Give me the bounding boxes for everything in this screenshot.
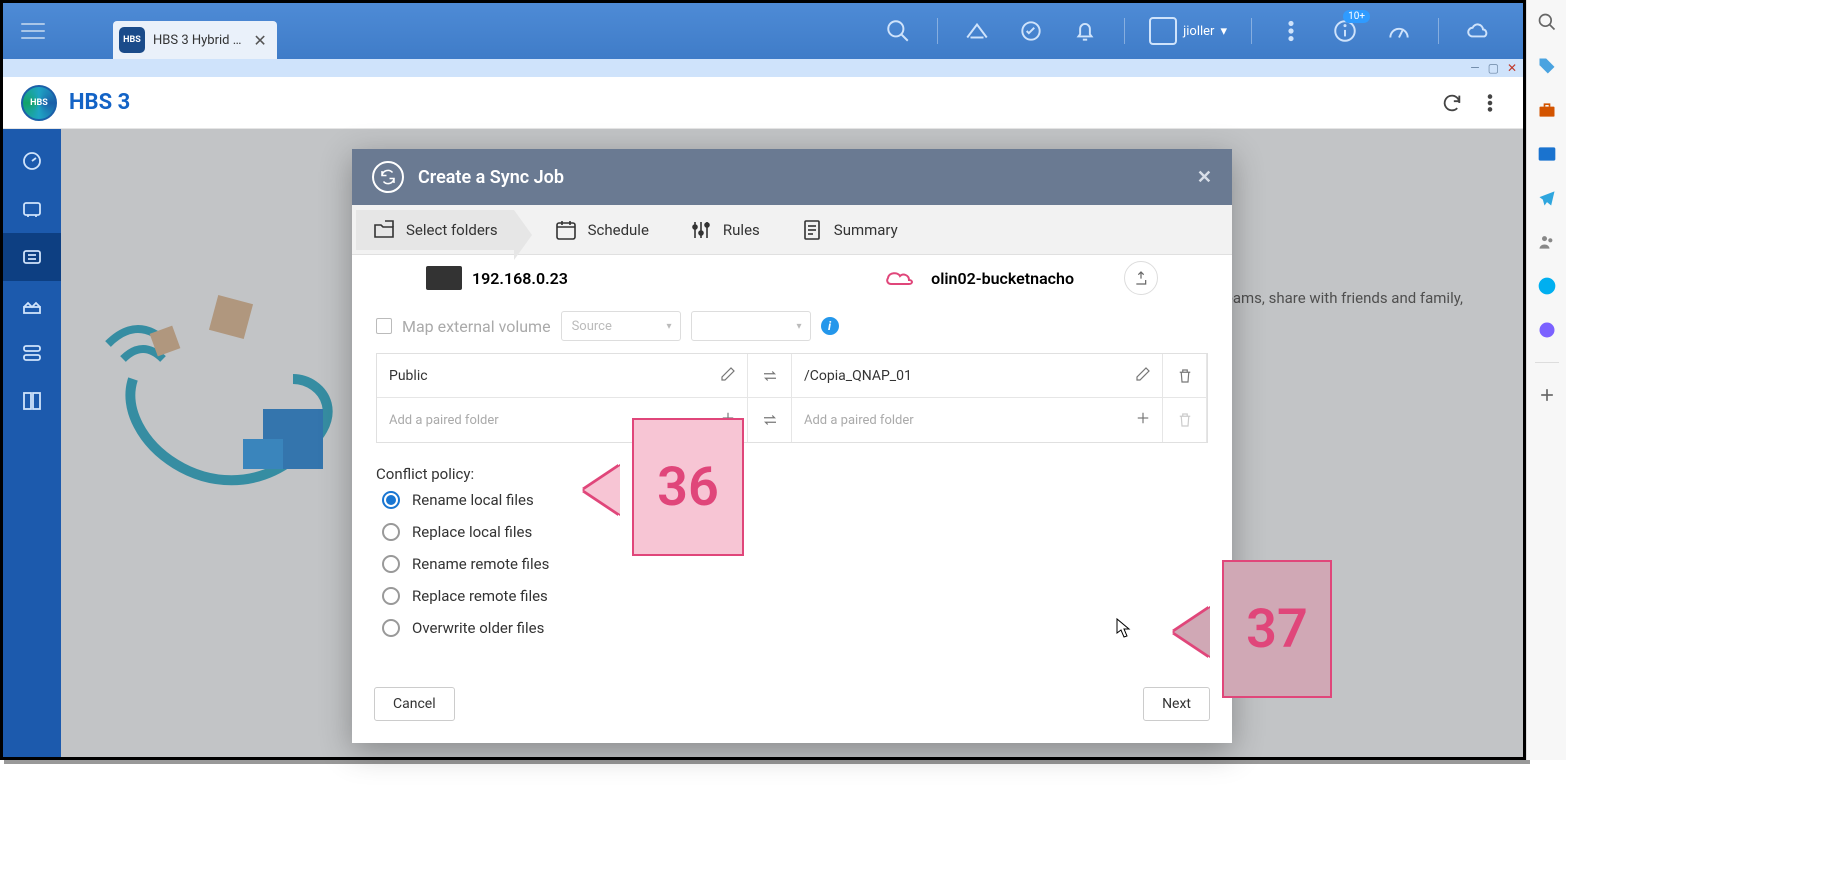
modal-overlay: Create a Sync Job ✕ Select folders Sched… [61, 129, 1523, 757]
local-folder-cell[interactable]: Public [377, 354, 748, 397]
add-app-icon[interactable] [1535, 383, 1559, 407]
plus-icon[interactable] [719, 409, 737, 431]
skype-icon[interactable] [1535, 274, 1559, 298]
tab-close-button[interactable]: ✕ [253, 31, 266, 50]
avatar-icon [1149, 17, 1177, 45]
conflict-policy-group: Rename local files Replace local files R… [382, 491, 1208, 637]
sync-direction-icon [748, 354, 792, 397]
sync-job-icon [372, 161, 404, 193]
notifications-icon[interactable] [1070, 16, 1100, 46]
dest-volume-select[interactable] [691, 311, 811, 341]
hbs-more-button[interactable] [1475, 88, 1505, 118]
paired-folders-table: Public /Copia_QNAP_01 [376, 353, 1208, 443]
remote-host-label: olin02-bucketnacho [931, 269, 1074, 288]
briefcase-icon[interactable] [1535, 98, 1559, 122]
refresh-button[interactable] [1437, 88, 1467, 118]
next-button[interactable]: Next [1143, 687, 1210, 721]
map-external-checkbox[interactable] [376, 318, 392, 334]
host-row: 192.168.0.23 olin02-bucketnacho [376, 255, 1208, 307]
cancel-button[interactable]: Cancel [374, 687, 455, 721]
local-host-label: 192.168.0.23 [472, 269, 568, 288]
sidebar-restore[interactable] [3, 281, 61, 329]
main-menu-button[interactable] [13, 11, 53, 51]
info-icon[interactable]: 10+ [1330, 16, 1360, 46]
step-schedule[interactable]: Schedule [554, 218, 649, 242]
delete-pair-button[interactable] [1163, 354, 1207, 397]
radio-overwrite-older[interactable]: Overwrite older files [382, 619, 1208, 637]
qts-topbar: HBS HBS 3 Hybrid … ✕ jioller ▾ 10+ [3, 3, 1523, 59]
map-external-volume-row: Map external volume Source i [376, 307, 1208, 353]
right-toolbar [1526, 0, 1566, 760]
hbs-app-icon: HBS [119, 27, 145, 53]
tab-title: HBS 3 Hybrid … [153, 33, 241, 48]
remote-cloud-icon [885, 266, 921, 290]
delete-pair-button-disabled [1163, 398, 1207, 442]
app-tab-hbs3[interactable]: HBS HBS 3 Hybrid … ✕ [113, 21, 277, 59]
copilot-icon[interactable] [1535, 318, 1559, 342]
source-volume-select[interactable]: Source [561, 311, 681, 341]
people-icon[interactable] [1535, 230, 1559, 254]
sidebar-overview[interactable] [3, 137, 61, 185]
tag-icon[interactable] [1535, 54, 1559, 78]
modal-footer: Cancel Next [352, 673, 1232, 743]
sidebar-services[interactable] [3, 329, 61, 377]
wizard-steps: Select folders Schedule Rules Summary [352, 205, 1232, 255]
hbs-header: HBS HBS 3 [3, 77, 1523, 129]
step-select-folders[interactable]: Select folders [356, 210, 514, 250]
sidebar-sync[interactable] [3, 233, 61, 281]
volume-icon[interactable] [962, 16, 992, 46]
search-icon[interactable] [1535, 10, 1559, 34]
conflict-policy-label: Conflict policy: [376, 465, 1208, 483]
modal-close-button[interactable]: ✕ [1197, 167, 1212, 188]
telegram-icon[interactable] [1535, 186, 1559, 210]
window-maximize-button[interactable]: ▢ [1488, 61, 1499, 75]
radio-replace-local[interactable]: Replace local files [382, 523, 1208, 541]
step-rules[interactable]: Rules [689, 218, 760, 242]
task-icon[interactable] [1016, 16, 1046, 46]
add-remote-folder-cell[interactable]: Add a paired folder [792, 398, 1163, 442]
radio-replace-remote[interactable]: Replace remote files [382, 587, 1208, 605]
sidebar-backup[interactable] [3, 185, 61, 233]
map-external-label: Map external volume [402, 317, 551, 336]
user-menu[interactable]: jioller ▾ [1149, 17, 1227, 45]
step-label: Rules [723, 221, 760, 239]
remote-folder-path: /Copia_QNAP_01 [804, 368, 912, 384]
step-label: Summary [834, 221, 898, 239]
more-vert-icon[interactable] [1276, 16, 1306, 46]
search-icon[interactable] [883, 16, 913, 46]
info-icon[interactable]: i [821, 317, 839, 335]
outlook-icon[interactable] [1535, 142, 1559, 166]
local-nas-icon [426, 266, 462, 290]
edit-icon[interactable] [719, 365, 737, 387]
sync-direction-icon [748, 398, 792, 442]
dashboard-icon[interactable] [1384, 16, 1414, 46]
window-controls-strip: — ▢ ✕ [3, 59, 1523, 77]
window-close-button[interactable]: ✕ [1507, 61, 1517, 75]
chevron-down-icon: ▾ [1220, 24, 1227, 39]
hbs-sidebar [3, 129, 61, 757]
create-sync-job-modal: Create a Sync Job ✕ Select folders Sched… [352, 149, 1232, 743]
window-minimize-button[interactable]: — [1470, 61, 1479, 75]
hbs-logo-icon: HBS [21, 85, 57, 121]
hbs-title: HBS 3 [69, 90, 130, 115]
username: jioller [1183, 24, 1214, 39]
radio-rename-local[interactable]: Rename local files [382, 491, 1208, 509]
edit-icon[interactable] [1134, 365, 1152, 387]
modal-title: Create a Sync Job [418, 167, 564, 188]
step-label: Schedule [588, 221, 649, 239]
local-folder-path: Public [389, 368, 428, 384]
step-summary[interactable]: Summary [800, 218, 898, 242]
info-badge: 10+ [1343, 10, 1370, 23]
plus-icon[interactable] [1134, 409, 1152, 431]
step-label: Select folders [406, 221, 498, 239]
add-local-folder-cell[interactable]: Add a paired folder [377, 398, 748, 442]
remote-folder-cell[interactable]: /Copia_QNAP_01 [792, 354, 1163, 397]
cloud-icon[interactable] [1463, 16, 1493, 46]
radio-rename-remote[interactable]: Rename remote files [382, 555, 1208, 573]
export-button[interactable] [1124, 261, 1158, 295]
sidebar-jobs[interactable] [3, 377, 61, 425]
modal-header: Create a Sync Job ✕ [352, 149, 1232, 205]
